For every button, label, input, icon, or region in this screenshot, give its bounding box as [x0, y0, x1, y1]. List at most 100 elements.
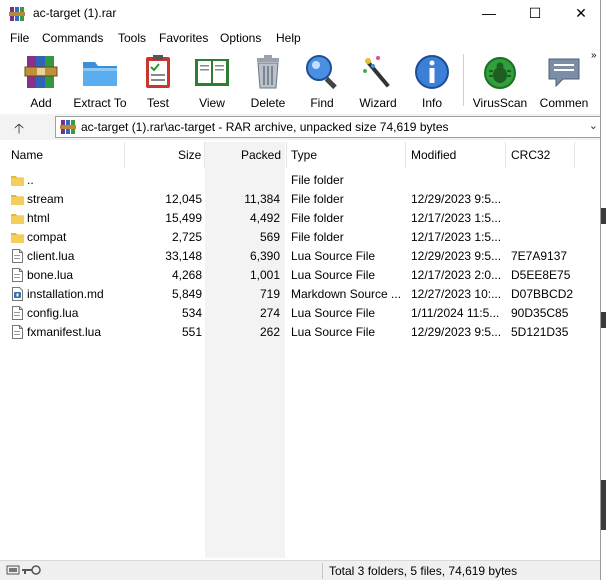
- background-window-edge: [600, 0, 606, 580]
- markdown-file-icon: [12, 287, 23, 301]
- file-crc32: 7E7A9137: [511, 249, 568, 263]
- file-packed: 719: [259, 287, 280, 301]
- status-summary: Total 3 folders, 5 files, 74,619 bytes: [329, 564, 518, 578]
- wizard-button[interactable]: Wizard: [355, 52, 401, 110]
- delete-button[interactable]: Delete: [245, 52, 291, 110]
- test-label: Test: [146, 96, 169, 110]
- close-button[interactable]: ✕: [558, 0, 604, 28]
- file-row[interactable]: installation.md 5,849 719 Markdown Source .…: [0, 285, 600, 304]
- up-folder-button[interactable]: 🡡: [14, 118, 24, 142]
- lua-file-icon: [12, 325, 23, 339]
- column-type[interactable]: Type: [291, 148, 317, 162]
- address-bar[interactable]: ac-target (1).rar\ac-target - RAR archiv…: [55, 116, 603, 138]
- find-label: Find: [310, 96, 334, 110]
- file-list: Name Size Packed Type Modified CRC32 .. F…: [0, 142, 600, 558]
- file-packed: 262: [259, 325, 280, 339]
- file-row[interactable]: compat 2,725 569 File folder 12/17/2023 1:5.…: [0, 228, 600, 247]
- file-modified: 12/29/2023 9:5...: [411, 325, 501, 339]
- menu-bar: File Commands Tools Favorites Options He…: [0, 30, 600, 48]
- file-type: File folder: [291, 173, 344, 187]
- lua-file-icon: [12, 249, 23, 263]
- file-crc32: D07BBCD2: [511, 287, 574, 301]
- menu-commands[interactable]: Commands: [42, 31, 103, 45]
- file-name: fxmanifest.lua: [27, 325, 102, 339]
- toolbar-separator: [463, 54, 464, 106]
- magnifier-icon: [306, 55, 337, 90]
- test-button[interactable]: Test: [136, 52, 180, 110]
- file-packed: 4,492: [249, 211, 280, 225]
- file-packed: 11,384: [244, 192, 280, 206]
- file-size: 4,268: [171, 268, 202, 282]
- extract-folder-icon: [83, 62, 117, 86]
- file-crc32: 5D121D35: [511, 325, 569, 339]
- column-packed[interactable]: Packed: [241, 148, 281, 162]
- comment-button[interactable]: Commen: [537, 52, 591, 110]
- lua-file-icon: [12, 268, 23, 282]
- menu-tools[interactable]: Tools: [118, 31, 146, 45]
- file-name: installation.md: [27, 287, 104, 301]
- minimize-button[interactable]: —: [466, 0, 512, 28]
- delete-label: Delete: [250, 96, 286, 110]
- file-row[interactable]: html 15,499 4,492 File folder 12/17/2023 1:5…: [0, 209, 600, 228]
- info-button[interactable]: Info: [411, 52, 453, 110]
- file-row[interactable]: .. File folder: [0, 171, 600, 190]
- view-button[interactable]: View: [189, 52, 235, 110]
- virusscan-label: VirusScan: [472, 96, 528, 110]
- column-name[interactable]: Name: [11, 148, 43, 162]
- comment-icon: [548, 58, 580, 88]
- file-row[interactable]: stream 12,045 11,384 File folder 12/29/2023 …: [0, 190, 600, 209]
- column-crc32[interactable]: CRC32: [511, 148, 550, 162]
- menu-file[interactable]: File: [10, 31, 29, 45]
- folder-icon: [11, 195, 24, 205]
- file-type: Lua Source File: [291, 325, 376, 339]
- trash-icon: [257, 55, 279, 89]
- column-size[interactable]: Size: [178, 148, 201, 162]
- winrar-window: ac-target (1).rar — ☐ ✕ File Commands To…: [0, 0, 603, 580]
- extract-to-button[interactable]: Extract To: [70, 52, 130, 110]
- file-row[interactable]: config.lua 534 274 Lua Source File 1/11/2024…: [0, 304, 600, 323]
- folder-icon: [11, 233, 24, 243]
- info-label: Info: [421, 96, 442, 110]
- virusscan-button[interactable]: VirusScan: [472, 52, 528, 110]
- archive-icon: [60, 120, 76, 134]
- add-button[interactable]: Add: [18, 52, 64, 110]
- file-name: config.lua: [27, 306, 79, 320]
- list-header: Name Size Packed Type Modified CRC32: [0, 142, 600, 168]
- file-type: Markdown Source ...: [291, 287, 402, 301]
- folder-icon: [11, 176, 24, 186]
- file-type: File folder: [291, 211, 344, 225]
- file-row[interactable]: bone.lua 4,268 1,001 Lua Source File 12/17/2…: [0, 266, 600, 285]
- file-modified: 12/17/2023 2:0...: [411, 268, 501, 282]
- menu-favorites[interactable]: Favorites: [159, 31, 208, 45]
- menu-options[interactable]: Options: [220, 31, 261, 45]
- file-name: html: [27, 211, 50, 225]
- find-button[interactable]: Find: [300, 52, 344, 110]
- file-row[interactable]: fxmanifest.lua 551 262 Lua Source File 12/29…: [0, 323, 600, 342]
- address-path: ac-target (1).rar\ac-target - RAR archiv…: [81, 120, 449, 134]
- file-size: 551: [181, 325, 202, 339]
- file-crc32: D5EE8E75: [511, 268, 571, 282]
- file-type: Lua Source File: [291, 306, 376, 320]
- wizard-label: Wizard: [359, 96, 397, 110]
- file-packed: 6,390: [249, 249, 280, 263]
- file-row[interactable]: client.lua 33,148 6,390 Lua Source File 12/2…: [0, 247, 600, 266]
- file-name: stream: [27, 192, 64, 206]
- file-size: 15,499: [165, 211, 202, 225]
- file-size: 5,849: [171, 287, 202, 301]
- extract-to-label: Extract To: [73, 96, 127, 110]
- file-modified: 12/17/2023 1:5...: [411, 211, 501, 225]
- file-name: ..: [27, 173, 34, 187]
- menu-help[interactable]: Help: [276, 31, 301, 45]
- address-dropdown-icon[interactable]: ⌄: [589, 119, 598, 132]
- file-type: Lua Source File: [291, 249, 376, 263]
- maximize-button[interactable]: ☐: [512, 0, 558, 28]
- file-name: compat: [27, 230, 67, 244]
- info-icon: [415, 55, 449, 89]
- file-modified: 12/17/2023 1:5...: [411, 230, 501, 244]
- file-modified: 12/29/2023 9:5...: [411, 192, 501, 206]
- column-modified[interactable]: Modified: [411, 148, 456, 162]
- status-separator: [322, 563, 323, 579]
- bug-icon: [484, 57, 516, 89]
- toolbar-overflow-chevron[interactable]: »: [591, 50, 597, 61]
- file-packed: 1,001: [249, 268, 280, 282]
